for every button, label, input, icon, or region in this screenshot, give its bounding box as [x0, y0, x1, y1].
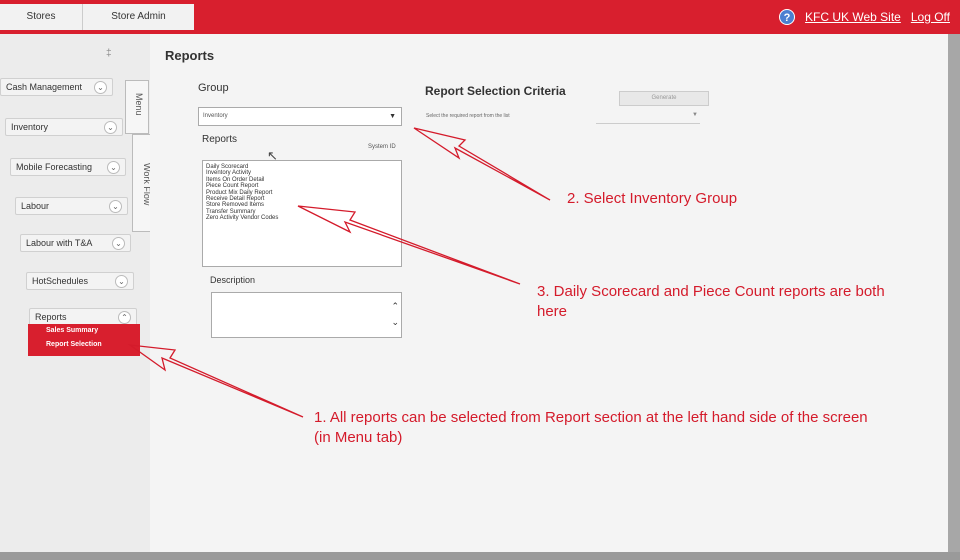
sidebar-item-label: Mobile Forecasting — [16, 162, 93, 172]
sidebar-subitem-report-selection[interactable]: Report Selection — [28, 338, 140, 352]
sidebar-item-labour-with-ta[interactable]: Labour with T&A ⌄ — [20, 234, 131, 252]
top-bar-links: ? KFC UK Web Site Log Off — [779, 9, 950, 25]
chevron-down-icon[interactable]: ⌄ — [112, 236, 125, 250]
criteria-hint: Select the required report from the list — [426, 113, 510, 119]
sidebar-item-mobile-forecasting[interactable]: Mobile Forecasting ⌄ — [10, 158, 126, 176]
chevron-down-icon[interactable]: ⌄ — [109, 199, 122, 213]
top-bar: Stores Store Admin ? KFC UK Web Site Log… — [0, 0, 960, 34]
sidebar-item-label: Reports — [35, 312, 67, 322]
help-icon[interactable]: ? — [779, 9, 796, 25]
sidebar-item-label: Inventory — [11, 122, 49, 132]
dropdown-arrow-icon: ▼ — [692, 112, 698, 118]
description-box: ⌃ ⌄ — [211, 292, 402, 338]
sidebar-subitem-sales-summary[interactable]: Sales Summary — [28, 324, 140, 338]
reports-list[interactable]: Daily Scorecard Inventory Activity Items… — [202, 160, 402, 267]
scroll-down-icon[interactable]: ⌄ — [391, 317, 399, 328]
sidebar: ‡ Cash Management ⌄ Inventory ⌄ Mobile F… — [0, 34, 140, 560]
annotation-3: 3. Daily Scorecard and Piece Count repor… — [537, 283, 885, 320]
annotation-2: 2. Select Inventory Group — [567, 190, 738, 207]
sidebar-item-label: Labour — [21, 201, 50, 211]
chevron-up-icon[interactable]: ⌃ — [118, 310, 131, 324]
reports-label: Reports — [202, 134, 238, 145]
monitor-bezel-right — [948, 34, 960, 560]
sidebar-item-label: Labour with T&A — [26, 238, 93, 248]
criteria-select[interactable]: ▼ — [596, 112, 700, 124]
system-id-label: System ID — [368, 144, 396, 150]
sidebar-item-label: HotSchedules — [32, 276, 89, 286]
sidebar-item-labour[interactable]: Labour ⌄ — [15, 197, 128, 215]
sidebar-item-hotschedules[interactable]: HotSchedules ⌄ — [26, 272, 134, 290]
chevron-down-icon[interactable]: ⌄ — [94, 80, 107, 94]
mouse-cursor-icon: ↖ — [267, 148, 278, 163]
tab-store-admin[interactable]: Store Admin — [82, 4, 194, 30]
group-label: Group — [198, 82, 229, 94]
chevron-down-icon[interactable]: ⌄ — [107, 160, 120, 174]
sidebar-item-label: Cash Management — [6, 82, 83, 92]
page-title: Reports — [165, 48, 215, 63]
reports-submenu: Sales Summary Report Selection — [28, 324, 140, 356]
annotation-1: 1. All reports can be selected from Repo… — [314, 409, 868, 446]
log-off-link[interactable]: Log Off — [911, 10, 950, 24]
scroll-up-icon[interactable]: ⌃ — [391, 301, 399, 312]
sidebar-item-inventory[interactable]: Inventory ⌄ — [5, 118, 123, 136]
group-select[interactable]: Inventory ▼ — [198, 107, 402, 126]
kfc-uk-website-link[interactable]: KFC UK Web Site — [805, 10, 901, 24]
pin-icon[interactable]: ‡ — [106, 48, 112, 59]
tab-stores[interactable]: Stores — [0, 4, 82, 30]
criteria-title: Report Selection Criteria — [425, 84, 566, 98]
chevron-down-icon[interactable]: ⌄ — [115, 274, 128, 288]
list-item[interactable]: Zero Activity Vendor Codes — [206, 215, 398, 221]
dropdown-arrow-icon: ▼ — [389, 113, 396, 120]
tab-menu[interactable]: Menu — [125, 80, 149, 134]
sidebar-item-cash-management[interactable]: Cash Management ⌄ — [0, 78, 113, 96]
description-label: Description — [210, 275, 256, 285]
chevron-down-icon[interactable]: ⌄ — [104, 120, 117, 134]
monitor-bezel-bottom — [0, 552, 960, 560]
generate-button[interactable]: Generate — [619, 91, 709, 106]
